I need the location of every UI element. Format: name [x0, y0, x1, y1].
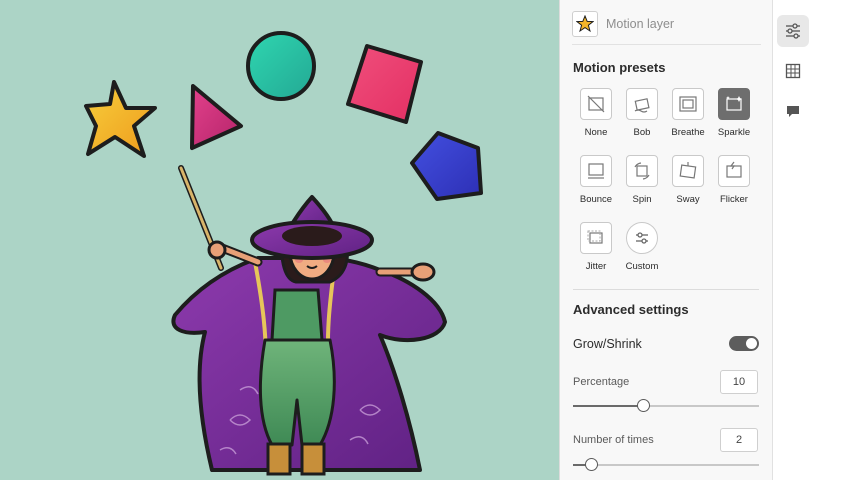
preset-label: Spin — [632, 194, 652, 205]
preset-label: Jitter — [585, 261, 607, 272]
preset-breathe[interactable]: Breathe — [665, 88, 711, 138]
illustration — [84, 31, 483, 476]
diamond-shape — [346, 44, 423, 124]
properties-panel: Motion layer Motion presets None Bob Bre… — [559, 0, 772, 480]
preset-label: Sway — [676, 194, 700, 205]
breathe-icon — [672, 88, 704, 120]
side-rail — [772, 0, 854, 480]
preset-sparkle[interactable]: Sparkle — [711, 88, 757, 138]
star-shape — [84, 80, 157, 158]
grid-icon[interactable] — [777, 55, 809, 87]
grow-shrink-label: Grow/Shrink — [573, 337, 642, 351]
preset-custom[interactable]: Custom — [619, 222, 665, 272]
percentage-slider-track[interactable] — [573, 405, 759, 407]
comment-icon[interactable] — [777, 95, 809, 127]
preset-label: Breathe — [671, 127, 705, 138]
spin-icon — [626, 155, 658, 187]
custom-sliders-icon — [626, 222, 658, 254]
number-of-times-label: Number of times — [573, 434, 654, 446]
advanced-settings-title: Advanced settings — [573, 302, 689, 317]
preset-label: None — [584, 127, 608, 138]
adjustments-icon[interactable] — [777, 15, 809, 47]
percentage-label: Percentage — [573, 376, 630, 388]
bounce-icon — [580, 155, 612, 187]
preset-label: Flicker — [720, 194, 748, 205]
grow-shrink-toggle[interactable] — [729, 336, 759, 351]
canvas-area[interactable] — [0, 0, 559, 480]
preset-sway[interactable]: Sway — [665, 155, 711, 205]
percentage-slider-thumb[interactable] — [637, 399, 651, 412]
circle-shape — [246, 31, 316, 101]
preset-label: Custom — [625, 261, 659, 272]
sway-icon — [672, 155, 704, 187]
layer-name[interactable]: Motion layer — [606, 17, 674, 31]
no-motion-icon — [580, 88, 612, 120]
preset-label: Bounce — [579, 194, 613, 205]
layer-row[interactable]: Motion layer — [572, 10, 762, 38]
preset-none[interactable]: None — [573, 88, 619, 138]
preset-jitter[interactable]: Jitter — [573, 222, 619, 272]
layer-name-underline — [572, 44, 761, 45]
triangle-shape — [190, 84, 243, 150]
toggle-knob — [746, 338, 757, 349]
motion-presets-title: Motion presets — [573, 60, 666, 75]
bob-icon — [626, 88, 658, 120]
percentage-slider-fill — [573, 405, 644, 407]
number-of-times-slider-thumb[interactable] — [585, 458, 599, 471]
star-thumbnail-icon[interactable] — [572, 11, 598, 37]
number-of-times-input[interactable]: 2 — [720, 428, 758, 452]
preset-bob[interactable]: Bob — [619, 88, 665, 138]
preset-label: Bob — [633, 127, 651, 138]
flicker-icon — [718, 155, 750, 187]
percentage-input[interactable]: 10 — [720, 370, 758, 394]
preset-label: Sparkle — [717, 127, 751, 138]
preset-bounce[interactable]: Bounce — [573, 155, 619, 205]
number-of-times-slider-track[interactable] — [573, 464, 759, 466]
jitter-icon — [580, 222, 612, 254]
preset-spin[interactable]: Spin — [619, 155, 665, 205]
sparkle-icon — [718, 88, 750, 120]
section-divider — [573, 289, 759, 290]
pentagon-shape — [410, 131, 483, 201]
preset-flicker[interactable]: Flicker — [711, 155, 757, 205]
